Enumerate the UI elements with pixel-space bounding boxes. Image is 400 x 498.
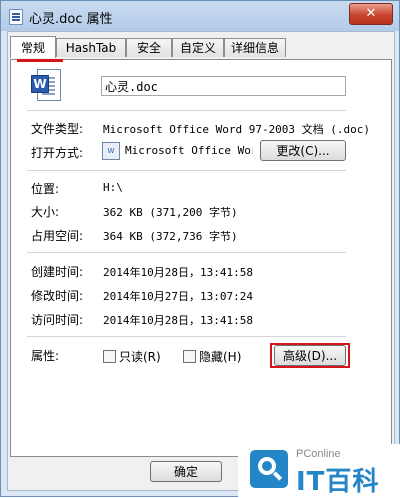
word-document-icon: W	[31, 69, 61, 101]
modified-label: 修改时间:	[31, 289, 84, 303]
separator	[27, 252, 346, 253]
separator	[27, 110, 346, 111]
hidden-label[interactable]: 隐藏(H)	[199, 348, 241, 365]
active-tab-highlight	[17, 59, 63, 62]
created-label: 创建时间:	[31, 265, 84, 279]
readonly-checkbox[interactable]	[103, 350, 116, 363]
advanced-button-highlight	[270, 343, 350, 368]
file-type-label: 文件类型:	[31, 122, 84, 136]
pconline-watermark: PConline IT百科	[238, 444, 400, 497]
tab-security[interactable]: 安全	[126, 38, 172, 57]
separator	[27, 170, 346, 171]
accessed-value: 2014年10月28日，13:41:58	[103, 314, 253, 327]
title-bar[interactable]: 心灵.doc 属性 ✕	[1, 1, 399, 31]
general-panel	[10, 59, 392, 457]
readonly-label[interactable]: 只读(R)	[119, 348, 161, 365]
word-app-icon: W	[102, 142, 120, 160]
created-value: 2014年10月28日，13:41:58	[103, 266, 253, 279]
tab-custom[interactable]: 自定义	[172, 38, 224, 57]
file-type-value: Microsoft Office Word 97-2003 文档 (.doc)	[103, 123, 371, 136]
search-logo-icon	[250, 450, 288, 488]
file-name-input[interactable]: 心灵.doc	[101, 76, 346, 96]
size-value: 362 KB (371,200 字节)	[103, 206, 238, 219]
window-title: 心灵.doc 属性	[29, 12, 113, 27]
tab-hashtab[interactable]: HashTab	[56, 38, 126, 57]
accessed-label: 访问时间:	[31, 313, 84, 327]
location-label: 位置:	[31, 182, 60, 196]
modified-value: 2014年10月27日，13:07:24	[103, 290, 253, 303]
separator	[27, 336, 346, 337]
watermark-small-text: PConline	[296, 448, 341, 460]
tab-general[interactable]: 常规	[10, 36, 56, 58]
location-value: H:\	[103, 181, 123, 194]
attributes-label: 属性:	[31, 349, 60, 363]
change-button[interactable]: 更改(C)...	[260, 140, 346, 161]
open-with-label: 打开方式:	[31, 146, 84, 160]
document-icon	[9, 9, 23, 25]
open-with-value: Microsoft Office Word	[125, 144, 253, 157]
disk-size-value: 364 KB (372,736 字节)	[103, 230, 238, 243]
close-button[interactable]: ✕	[349, 3, 393, 25]
ok-button[interactable]: 确定	[150, 461, 222, 482]
hidden-checkbox[interactable]	[183, 350, 196, 363]
size-label: 大小:	[31, 205, 60, 219]
disk-size-label: 占用空间:	[31, 229, 84, 243]
tab-details[interactable]: 详细信息	[224, 38, 286, 57]
watermark-big-text: IT百科	[296, 467, 380, 497]
